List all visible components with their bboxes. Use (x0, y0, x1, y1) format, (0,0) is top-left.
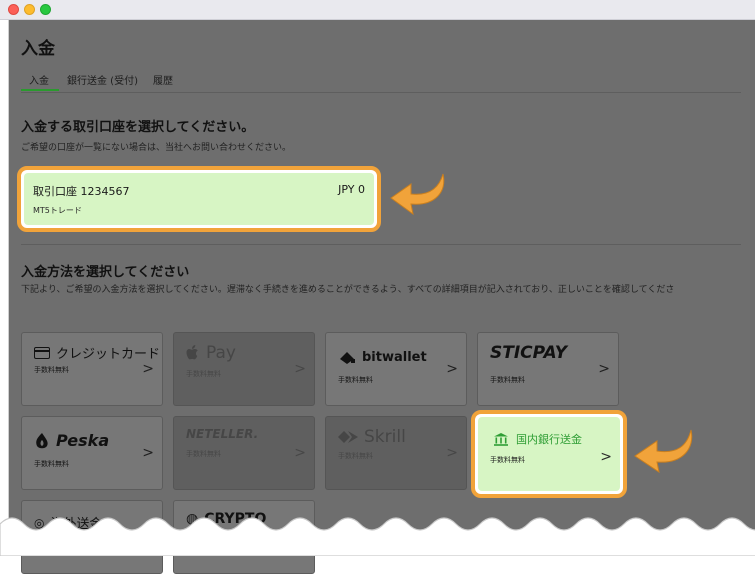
chevron-right-icon: > (294, 361, 306, 377)
method-name: クレジットカード (56, 347, 161, 362)
bank-transfer-logo: 国内銀行送金 (494, 431, 582, 447)
torn-edge-divider (0, 517, 755, 556)
deposit-page: 入金 入金 銀行送金 (受付) 履歴 入金する取引口座を選択してください。 ご希… (8, 20, 755, 574)
skrill-logo: Skrill (338, 427, 406, 447)
method-fee: 手数料無料 (338, 376, 373, 384)
method-section-title: 入金方法を選択してください (21, 265, 190, 280)
account-name: 取引口座 1234567 (33, 185, 130, 198)
pointer-arrow-icon (390, 173, 445, 216)
peska-logo: Peska (34, 431, 109, 450)
apple-pay-logo: Pay (186, 343, 236, 363)
bank-transfer-card-body: 国内銀行送金 手数料無料 > (478, 417, 620, 491)
section-divider (21, 244, 741, 245)
maximize-window-button[interactable] (40, 4, 51, 15)
tab-bank-transfer[interactable]: 銀行送金 (受付) (67, 72, 138, 87)
method-fee: 手数料無料 (338, 452, 373, 460)
method-skrill[interactable]: Skrill 手数料無料 > (325, 416, 467, 490)
page-title: 入金 (21, 39, 55, 59)
window-titlebar (0, 0, 755, 20)
chevron-right-icon: > (598, 361, 610, 377)
method-name: bitwallet (362, 349, 427, 365)
close-window-button[interactable] (8, 4, 19, 15)
active-tab-indicator (21, 89, 59, 91)
credit-card-logo: クレジットカード (34, 343, 160, 362)
account-section-title: 入金する取引口座を選択してください。 (21, 120, 255, 135)
chevron-right-icon: > (142, 361, 154, 377)
method-peska[interactable]: Peska 手数料無料 > (21, 416, 163, 490)
method-domestic-bank-transfer[interactable]: 国内銀行送金 手数料無料 > (471, 410, 627, 498)
method-fee: 手数料無料 (490, 456, 525, 464)
bitwallet-icon (340, 352, 355, 364)
tab-deposit[interactable]: 入金 (29, 72, 49, 87)
method-credit-card[interactable]: クレジットカード 手数料無料 > (21, 332, 163, 406)
method-neteller[interactable]: NETELLER. 手数料無料 > (173, 416, 315, 490)
app-window: 入金 入金 銀行送金 (受付) 履歴 入金する取引口座を選択してください。 ご希… (0, 0, 755, 574)
pointer-arrow-icon (634, 429, 693, 474)
bank-icon (494, 432, 508, 446)
method-name: NETELLER. (186, 427, 259, 441)
method-sticpay[interactable]: STICPAY 手数料無料 > (477, 332, 619, 406)
account-section-description: ご希望の口座が一覧にない場合は、当社へお問い合わせください。 (21, 143, 292, 153)
method-fee: 手数料無料 (490, 376, 525, 384)
method-name: 国内銀行送金 (516, 433, 582, 446)
method-name: STICPAY (490, 343, 568, 363)
neteller-logo: NETELLER. (186, 427, 258, 441)
chevron-right-icon: > (600, 449, 612, 465)
method-name: Peska (56, 431, 110, 450)
method-fee: 手数料無料 (34, 366, 69, 374)
chevron-right-icon: > (294, 445, 306, 461)
method-name: Pay (206, 343, 236, 363)
minimize-window-button[interactable] (24, 4, 35, 15)
trading-account-card-body: 取引口座 1234567 MT5トレード JPY 0 (24, 173, 374, 225)
tab-divider (21, 92, 741, 93)
credit-card-icon (34, 346, 50, 359)
method-fee: 手数料無料 (186, 450, 221, 458)
method-apple-pay[interactable]: Pay 手数料無料 > (173, 332, 315, 406)
account-balance: JPY 0 (338, 183, 365, 196)
skrill-icon (338, 431, 358, 443)
chevron-right-icon: > (446, 361, 458, 377)
chevron-right-icon: > (142, 445, 154, 461)
method-bitwallet[interactable]: bitwallet 手数料無料 > (325, 332, 467, 406)
method-name: Skrill (364, 427, 406, 447)
tab-history[interactable]: 履歴 (153, 72, 173, 87)
peska-icon (36, 432, 48, 448)
trading-account-card[interactable]: 取引口座 1234567 MT5トレード JPY 0 (17, 166, 381, 232)
method-fee: 手数料無料 (34, 460, 69, 468)
method-section-description: 下記より、ご希望の入金方法を選択してください。遅滞なく手続きを進めることができる… (21, 285, 675, 295)
chevron-right-icon: > (446, 445, 458, 461)
bitwallet-logo: bitwallet (338, 349, 427, 365)
method-fee: 手数料無料 (186, 370, 221, 378)
sticpay-logo: STICPAY (490, 343, 567, 363)
apple-icon (186, 345, 198, 360)
account-type: MT5トレード (33, 206, 82, 215)
